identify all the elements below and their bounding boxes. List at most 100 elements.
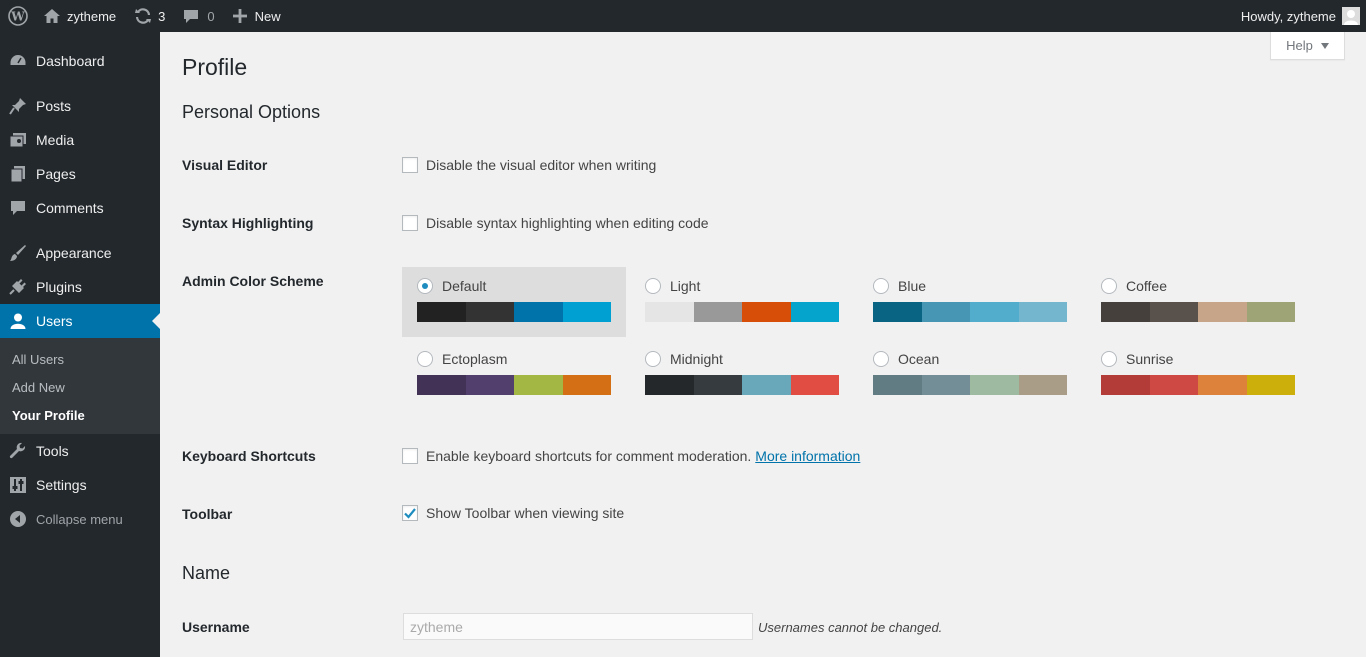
menu-settings[interactable]: Settings — [0, 468, 160, 502]
scheme-swatches — [1101, 302, 1310, 322]
scheme-radio[interactable] — [1101, 351, 1117, 367]
comments-count: 0 — [207, 8, 215, 24]
keyboard-shortcuts-option[interactable]: Enable keyboard shortcuts for comment mo… — [402, 448, 860, 464]
color-swatch — [645, 375, 694, 395]
menu-pages[interactable]: Pages — [0, 157, 160, 191]
submenu-all-users[interactable]: All Users — [0, 345, 160, 373]
menu-media[interactable]: Media — [0, 123, 160, 157]
scheme-radio[interactable] — [873, 278, 889, 294]
color-swatch — [1101, 302, 1150, 322]
scheme-swatches — [645, 302, 854, 322]
scheme-midnight[interactable]: Midnight — [630, 340, 854, 410]
color-swatch — [873, 375, 922, 395]
pages-icon — [8, 164, 28, 184]
color-swatch — [465, 375, 514, 395]
menu-dashboard[interactable]: Dashboard — [0, 44, 160, 78]
syntax-highlighting-option[interactable]: Disable syntax highlighting when editing… — [402, 215, 709, 231]
color-swatch — [514, 302, 563, 322]
username-input: zytheme — [403, 613, 753, 640]
username-label: Username — [182, 619, 250, 635]
scheme-blue[interactable]: Blue — [858, 267, 1082, 337]
scheme-name: Sunrise — [1126, 351, 1174, 367]
menu-comments[interactable]: Comments — [0, 191, 160, 225]
color-swatch — [1149, 302, 1198, 322]
color-swatch — [742, 375, 791, 395]
dashboard-icon — [8, 51, 28, 71]
color-swatch — [970, 302, 1019, 322]
color-swatch — [514, 375, 563, 395]
updates-icon — [135, 8, 152, 24]
toolbar-option[interactable]: Show Toolbar when viewing site — [402, 505, 624, 521]
scheme-radio[interactable] — [645, 278, 661, 294]
help-button[interactable]: Help — [1270, 32, 1345, 60]
color-swatch — [790, 302, 839, 322]
updates-link[interactable]: 3 — [127, 0, 172, 32]
collapse-menu-button[interactable]: Collapse menu — [0, 502, 160, 536]
scheme-coffee[interactable]: Coffee — [1086, 267, 1310, 337]
color-swatch — [1018, 375, 1067, 395]
menu-label: Dashboard — [36, 53, 105, 69]
scheme-default[interactable]: Default — [402, 267, 626, 337]
toolbar-text: Show Toolbar when viewing site — [426, 505, 625, 521]
color-swatch — [873, 302, 922, 322]
comment-bubble-icon — [184, 10, 199, 23]
color-swatch — [693, 375, 742, 395]
admin-menu: Dashboard Posts Media Pages Comments App… — [0, 32, 160, 657]
visual-editor-checkbox[interactable] — [402, 157, 418, 173]
color-swatch — [1246, 375, 1295, 395]
plus-icon — [232, 9, 247, 23]
scheme-name: Midnight — [670, 351, 723, 367]
color-scheme-label: Admin Color Scheme — [182, 273, 324, 289]
scheme-ectoplasm[interactable]: Ectoplasm — [402, 340, 626, 410]
scheme-swatches — [1101, 375, 1310, 395]
menu-label: Plugins — [36, 279, 82, 295]
my-account-link[interactable]: Howdy, zytheme — [1234, 0, 1366, 32]
menu-tools[interactable]: Tools — [0, 434, 160, 468]
toolbar-checkbox[interactable] — [402, 505, 418, 521]
menu-posts[interactable]: Posts — [0, 89, 160, 123]
visual-editor-option[interactable]: Disable the visual editor when writing — [402, 157, 656, 173]
color-swatch — [417, 375, 466, 395]
scheme-swatches — [417, 302, 626, 322]
comments-link[interactable]: 0 — [176, 0, 221, 32]
color-swatch — [645, 302, 694, 322]
section-name: Name — [182, 563, 231, 583]
scheme-swatches — [873, 302, 1082, 322]
new-content-link[interactable]: New — [226, 0, 288, 32]
menu-users[interactable]: Users — [0, 304, 160, 338]
submenu-your-profile[interactable]: Your Profile — [0, 401, 160, 429]
syntax-highlighting-checkbox[interactable] — [402, 215, 418, 231]
wordpress-logo-icon[interactable]: W — [0, 0, 36, 32]
color-swatch — [970, 375, 1019, 395]
scheme-name: Light — [670, 278, 701, 294]
settings-icon — [8, 475, 28, 495]
visual-editor-label: Visual Editor — [182, 157, 268, 173]
site-name: zytheme — [67, 8, 117, 24]
scheme-radio[interactable] — [645, 351, 661, 367]
home-icon — [44, 9, 60, 23]
scheme-ocean[interactable]: Ocean — [858, 340, 1082, 410]
help-label: Help — [1286, 38, 1313, 53]
more-information-link[interactable]: More information — [755, 448, 860, 464]
submenu-add-new[interactable]: Add New — [0, 373, 160, 401]
menu-appearance[interactable]: Appearance — [0, 236, 160, 270]
color-swatch — [742, 302, 791, 322]
user-icon — [8, 311, 28, 331]
scheme-sunrise[interactable]: Sunrise — [1086, 340, 1310, 410]
menu-plugins[interactable]: Plugins — [0, 270, 160, 304]
updates-count: 3 — [158, 8, 166, 24]
caret-down-icon — [1320, 42, 1329, 49]
color-swatch — [1246, 302, 1295, 322]
visual-editor-text: Disable the visual editor when writing — [426, 157, 657, 173]
site-name-link[interactable]: zytheme — [36, 0, 123, 32]
color-swatch — [1101, 375, 1150, 395]
scheme-radio[interactable] — [417, 351, 433, 367]
color-swatch — [693, 302, 742, 322]
scheme-radio[interactable] — [417, 278, 433, 294]
syntax-highlighting-text: Disable syntax highlighting when editing… — [426, 215, 709, 231]
keyboard-shortcuts-checkbox[interactable] — [402, 448, 418, 464]
scheme-radio[interactable] — [1101, 278, 1117, 294]
scheme-radio[interactable] — [873, 351, 889, 367]
scheme-light[interactable]: Light — [630, 267, 854, 337]
color-swatch — [790, 375, 839, 395]
